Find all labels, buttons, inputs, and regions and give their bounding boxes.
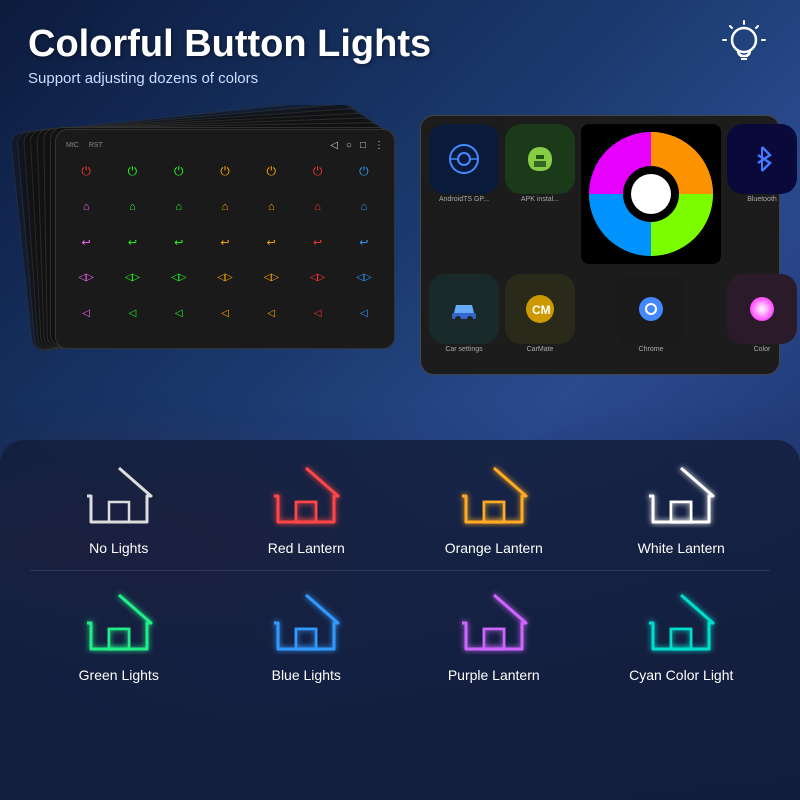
orange-lantern-label: Orange Lantern [445, 540, 543, 556]
light-item-green[interactable]: Green Lights [30, 587, 208, 683]
btn-cell: ⌂ [157, 196, 201, 218]
cyan-light-label: Cyan Color Light [629, 667, 733, 683]
menu-icon: ⋮ [374, 140, 384, 151]
btn-cell: ⌂ [249, 196, 293, 218]
main-screen: AndroidTS GP... APK instal... [420, 115, 780, 375]
btn-cell: ↩ [203, 232, 247, 254]
green-lights-icon [79, 587, 159, 657]
btn-cell: ◁▷ [157, 267, 201, 289]
btn-cell: ◁▷ [249, 267, 293, 289]
app-color[interactable] [727, 274, 797, 344]
orange-lantern-icon [454, 460, 534, 530]
btn-cell: ◁ [203, 302, 247, 324]
lights-row-1: No Lights Red Lantern Orange Lantern [30, 460, 770, 556]
bottom-panel: No Lights Red Lantern Orange Lantern [0, 440, 800, 800]
mic-label: MIC [66, 142, 79, 149]
red-lantern-icon [266, 460, 346, 530]
btn-cell: ◁▷ [295, 267, 339, 289]
btn-cell: ⏻ [157, 161, 201, 183]
no-lights-icon [79, 460, 159, 530]
app-color-wheel[interactable] [581, 124, 721, 264]
app-androidts-label: AndroidTS GP... [439, 196, 489, 203]
home-icon: ○ [346, 140, 352, 151]
page-title: Colorful Button Lights [28, 24, 772, 66]
light-item-orange[interactable]: Orange Lantern [405, 460, 583, 556]
nav-icons: ◁ ○ □ ⋮ [330, 140, 384, 151]
screens-stack: ⏻⏻⏻⏻⏻⏻⏻ ⌂⌂⌂⌂⌂⌂⌂ ↩↩↩↩↩↩↩ ◁◁▷◁▷◁▷◁▷◁▷◁▷ ◁◁… [20, 115, 400, 365]
app-car-settings[interactable] [429, 274, 499, 344]
lights-row-2: Green Lights Blue Lights Purple Lantern [30, 587, 770, 683]
btn-cell: ◁ [295, 302, 339, 324]
app-apk-label: APK instal... [521, 196, 559, 203]
header: Colorful Button Lights Support adjusting… [0, 0, 800, 95]
row-divider [30, 570, 770, 571]
page: Colorful Button Lights Support adjusting… [0, 0, 800, 800]
btn-cell: ◁ [157, 302, 201, 324]
btn-cell: ◁ [64, 302, 108, 324]
btn-cell: ↩ [157, 232, 201, 254]
btn-cell: ◁▷ [342, 267, 386, 289]
app-car-settings-label: Car settings [445, 346, 482, 353]
btn-cell: ◁ [249, 302, 293, 324]
app-bluetooth-label: Bluetooth [747, 196, 777, 203]
light-item-white[interactable]: White Lantern [593, 460, 771, 556]
btn-cell: ⏻ [342, 161, 386, 183]
purple-lantern-label: Purple Lantern [448, 667, 540, 683]
btn-cell: ⌂ [295, 196, 339, 218]
app-chrome-label: Chrome [639, 346, 664, 353]
btn-cell: ⌂ [342, 196, 386, 218]
white-lantern-icon [641, 460, 721, 530]
btn-cell: ⏻ [110, 161, 154, 183]
light-item-purple[interactable]: Purple Lantern [405, 587, 583, 683]
cyan-light-icon [641, 587, 721, 657]
blue-lights-label: Blue Lights [272, 667, 341, 683]
svg-text:CM: CM [532, 303, 551, 317]
btn-cell: ◁▷ [203, 267, 247, 289]
white-lantern-label: White Lantern [638, 540, 725, 556]
btn-cell: ◁▷ [110, 267, 154, 289]
btn-cell: ↩ [110, 232, 154, 254]
red-lantern-label: Red Lantern [268, 540, 345, 556]
app-grid: AndroidTS GP... APK instal... [429, 124, 771, 353]
app-color-label: Color [754, 346, 771, 353]
app-carmate[interactable]: CM [505, 274, 575, 344]
recents-icon: □ [360, 140, 366, 151]
back-icon: ◁ [330, 140, 338, 151]
blue-lights-icon [266, 587, 346, 657]
btn-cell: ↩ [249, 232, 293, 254]
no-lights-label: No Lights [89, 540, 148, 556]
mic-labels: MIC RST [66, 142, 103, 149]
btn-cell: ⌂ [64, 196, 108, 218]
btn-cell: ⏻ [64, 161, 108, 183]
app-bluetooth[interactable] [727, 124, 797, 194]
btn-cell: ◁ [342, 302, 386, 324]
app-carmate-label: CarMate [527, 346, 554, 353]
btn-cell: ⌂ [110, 196, 154, 218]
page-subtitle: Support adjusting dozens of colors [28, 70, 772, 87]
device-area: ⏻⏻⏻⏻⏻⏻⏻ ⌂⌂⌂⌂⌂⌂⌂ ↩↩↩↩↩↩↩ ◁◁▷◁▷◁▷◁▷◁▷◁▷ ◁◁… [0, 105, 800, 385]
buttons-grid: ⏻ ⏻ ⏻ ⏻ ⏻ ⏻ ⏻ ⌂ ⌂ ⌂ ⌂ ⌂ ⌂ ⌂ ↩ [62, 157, 388, 340]
screen-front: MIC RST ◁ ○ □ ⋮ ⏻ ⏻ ⏻ [55, 129, 395, 349]
app-androidts[interactable] [429, 124, 499, 194]
light-item-cyan[interactable]: Cyan Color Light [593, 587, 771, 683]
light-item-no-lights[interactable]: No Lights [30, 460, 208, 556]
btn-cell: ↩ [295, 232, 339, 254]
green-lights-label: Green Lights [79, 667, 159, 683]
light-item-red[interactable]: Red Lantern [218, 460, 396, 556]
btn-cell: ⏻ [295, 161, 339, 183]
mic-label: RST [89, 142, 103, 149]
btn-cell: ⏻ [203, 161, 247, 183]
btn-cell: ↩ [342, 232, 386, 254]
app-apk[interactable] [505, 124, 575, 194]
btn-cell: ◁▷ [64, 267, 108, 289]
btn-cell: ⌂ [203, 196, 247, 218]
btn-cell: ↩ [64, 232, 108, 254]
purple-lantern-icon [454, 587, 534, 657]
light-item-blue[interactable]: Blue Lights [218, 587, 396, 683]
btn-cell: ◁ [110, 302, 154, 324]
btn-cell: ⏻ [249, 161, 293, 183]
bulb-icon [718, 20, 770, 72]
app-chrome[interactable] [616, 274, 686, 344]
